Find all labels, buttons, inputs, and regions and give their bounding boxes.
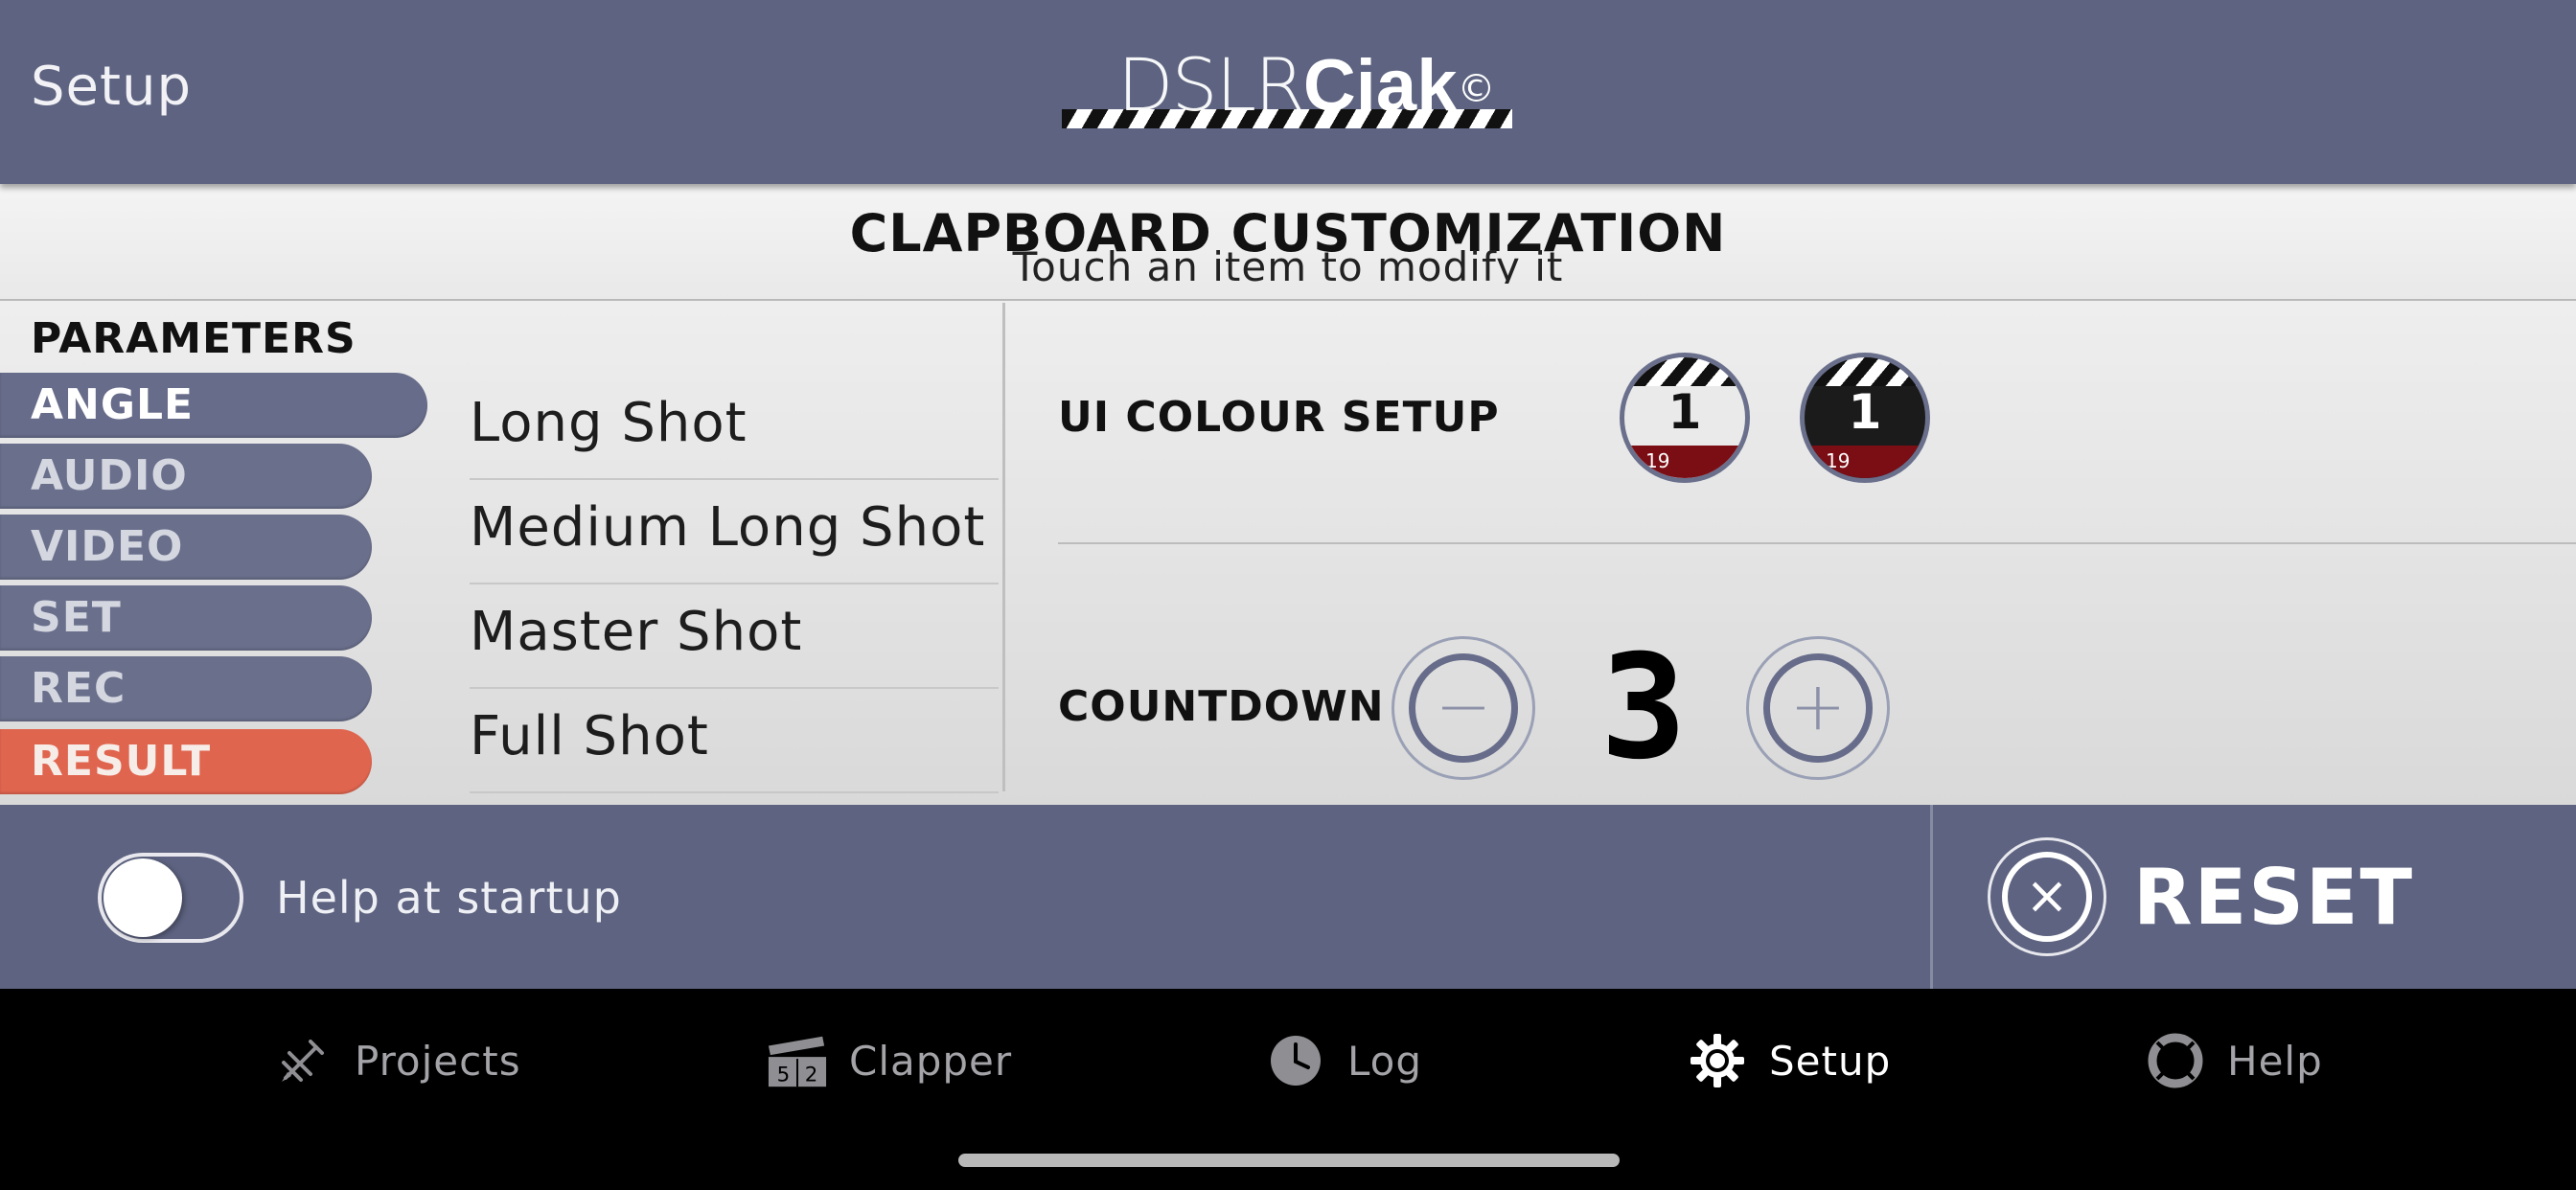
- customization-panel: PARAMETERS ANGLE AUDIO VIDEO SET REC RES…: [0, 301, 2576, 805]
- tab-help[interactable]: Help: [2145, 1027, 2323, 1094]
- colour-option-number: 1: [1668, 384, 1702, 440]
- param-tab-result[interactable]: RESULT: [0, 729, 372, 794]
- logo-text-bold: Ciak: [1302, 45, 1458, 126]
- title-band: CLAPBOARD CUSTOMIZATION Touch an item to…: [0, 184, 2576, 301]
- parameters-heading: PARAMETERS: [31, 314, 356, 363]
- logo-text-thin: DSLR: [1117, 42, 1305, 127]
- tab-label: Log: [1347, 1037, 1423, 1085]
- countdown-label: COUNTDOWN: [1058, 682, 1385, 731]
- mini-clapper-stripe: [1624, 357, 1745, 386]
- colour-option-dark[interactable]: 1 19: [1800, 353, 1930, 483]
- plus-icon: +: [1789, 667, 1847, 745]
- option-long-shot[interactable]: Long Shot: [470, 376, 999, 480]
- pen-icon: [272, 1030, 334, 1091]
- tab-label: Setup: [1769, 1037, 1892, 1085]
- tab-label: Projects: [355, 1037, 521, 1085]
- colour-option-light[interactable]: 1 19: [1620, 353, 1750, 483]
- clock-icon: [1265, 1030, 1326, 1091]
- countdown-decrease-button[interactable]: −: [1392, 636, 1535, 780]
- help-at-startup-label: Help at startup: [276, 872, 622, 924]
- app-header: Setup DSLRCiak©: [0, 0, 2576, 184]
- option-medium-long-shot[interactable]: Medium Long Shot: [470, 480, 999, 584]
- colour-option-footer: [1624, 446, 1745, 478]
- page-subtitle: Touch an item to modify it: [1012, 243, 1564, 284]
- app-logo: DSLRCiak©: [1062, 44, 1512, 130]
- minus-icon: −: [1435, 667, 1492, 745]
- colour-option-scene: 19: [1826, 449, 1851, 472]
- bottom-actions-bar: Help at startup × RESET: [0, 805, 2576, 989]
- param-tab-audio[interactable]: AUDIO: [0, 444, 372, 509]
- gear-icon: [1687, 1030, 1748, 1091]
- countdown-increase-button[interactable]: +: [1746, 636, 1890, 780]
- lifebuoy-icon: [2145, 1030, 2206, 1091]
- param-tab-video[interactable]: VIDEO: [0, 515, 372, 580]
- mini-clapper-stripe: [1805, 357, 1925, 386]
- tab-clapper[interactable]: 52 Clapper: [767, 1027, 1012, 1094]
- param-tab-set[interactable]: SET: [0, 585, 372, 651]
- ui-colour-setup-label: UI COLOUR SETUP: [1058, 393, 1500, 442]
- section-divider: [1058, 542, 2576, 544]
- colour-option-number: 1: [1848, 384, 1882, 440]
- colour-option-footer: [1805, 446, 1925, 478]
- tab-setup[interactable]: Setup: [1687, 1027, 1891, 1094]
- param-tab-rec[interactable]: REC: [0, 656, 372, 721]
- logo-text: DSLRCiak©: [1117, 44, 1495, 127]
- reset-divider: [1930, 805, 1933, 989]
- reset-button[interactable]: RESET: [2133, 853, 2414, 942]
- svg-text:2: 2: [805, 1063, 818, 1087]
- tab-label: Help: [2227, 1037, 2323, 1085]
- close-icon: ×: [2002, 852, 2092, 942]
- tab-log[interactable]: Log: [1265, 1027, 1422, 1094]
- setup-back-button[interactable]: Setup: [31, 56, 192, 118]
- clapper-icon: 52: [767, 1030, 828, 1091]
- toggle-knob: [104, 858, 182, 937]
- tab-projects[interactable]: Projects: [272, 1027, 521, 1094]
- panel-divider: [1002, 303, 1005, 791]
- countdown-value: 3: [1599, 625, 1688, 791]
- colour-option-scene: 19: [1645, 449, 1670, 472]
- param-tab-angle[interactable]: ANGLE: [0, 373, 427, 438]
- angle-option-list: Long Shot Medium Long Shot Master Shot F…: [470, 376, 999, 793]
- logo-copyright: ©: [1457, 67, 1496, 111]
- svg-text:5: 5: [777, 1063, 791, 1087]
- home-indicator[interactable]: [958, 1154, 1620, 1167]
- option-master-shot[interactable]: Master Shot: [470, 584, 999, 689]
- tab-label: Clapper: [849, 1037, 1013, 1085]
- help-at-startup-toggle[interactable]: [98, 853, 243, 943]
- option-full-shot[interactable]: Full Shot: [470, 689, 999, 793]
- reset-icon[interactable]: ×: [1988, 837, 2106, 956]
